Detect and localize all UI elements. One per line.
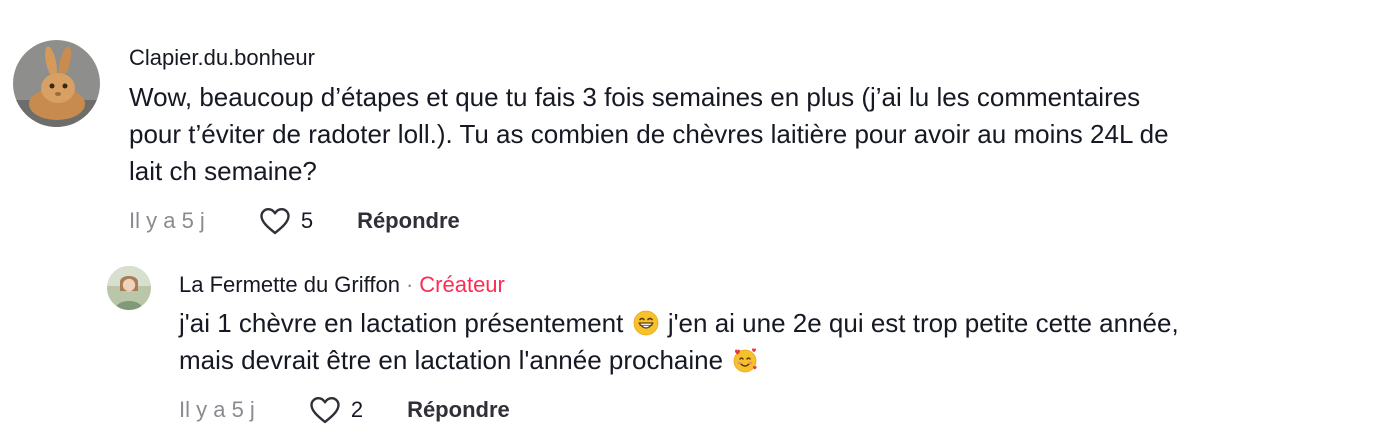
- reply-text-line: j'ai 1 chèvre en lactation présentement …: [179, 305, 1354, 342]
- comment-username[interactable]: Clapier.du.bonheur: [129, 45, 315, 71]
- reply-button[interactable]: Répondre: [357, 208, 460, 234]
- heart-icon[interactable]: [309, 396, 341, 424]
- reply-text-segment: j'ai 1 chèvre en lactation présentement: [179, 308, 624, 338]
- profile-avatar-image: [107, 266, 151, 310]
- reply-username-row: La Fermette du Griffon · Créateur: [179, 272, 505, 298]
- reply-text-segment: j'en ai une 2e qui est trop petite cette…: [667, 308, 1179, 338]
- grinning-face-emoji: [633, 310, 659, 336]
- separator-dot: ·: [405, 272, 414, 297]
- smiling-face-with-hearts-icon: [733, 348, 757, 373]
- comment-item: Clapier.du.bonheur Wow, beaucoup d’étape…: [0, 0, 1378, 248]
- comment-text: Wow, beaucoup d’étapes et que tu fais 3 …: [129, 79, 1354, 190]
- like-button[interactable]: 2: [309, 396, 363, 424]
- reply-meta: Il y a 5 j 2 Répondre: [179, 395, 510, 425]
- like-count: 2: [350, 397, 364, 422]
- reply-item: La Fermette du Griffon · Créateur j'ai 1 c…: [0, 248, 1378, 448]
- smiling-face-with-hearts-emoji: [732, 347, 758, 373]
- comment-text-line: pour t’éviter de radoter loll.). Tu as c…: [129, 119, 1169, 149]
- timestamp: Il y a 5 j: [129, 208, 205, 233]
- reply-button[interactable]: Répondre: [407, 397, 510, 423]
- avatar[interactable]: [13, 40, 100, 127]
- reply-text: j'ai 1 chèvre en lactation présentement …: [179, 305, 1354, 379]
- comment-meta: Il y a 5 j 5 Répondre: [129, 206, 460, 236]
- avatar[interactable]: [107, 266, 151, 310]
- reply-text-segment: mais devrait être en lactation l'année p…: [179, 345, 724, 375]
- comment-text-line: lait ch semaine?: [129, 156, 317, 186]
- heart-icon[interactable]: [259, 207, 291, 235]
- creator-badge: Créateur: [419, 272, 505, 297]
- reply-username[interactable]: La Fermette du Griffon: [179, 272, 400, 297]
- rabbit-avatar-image: [13, 40, 100, 127]
- reply-text-line: mais devrait être en lactation l'année p…: [179, 342, 1354, 379]
- grinning-face-icon: [633, 310, 658, 336]
- timestamp: Il y a 5 j: [179, 397, 255, 422]
- like-count: 5: [300, 208, 314, 233]
- like-button[interactable]: 5: [259, 207, 313, 235]
- comment-text-line: Wow, beaucoup d’étapes et que tu fais 3 …: [129, 82, 1141, 112]
